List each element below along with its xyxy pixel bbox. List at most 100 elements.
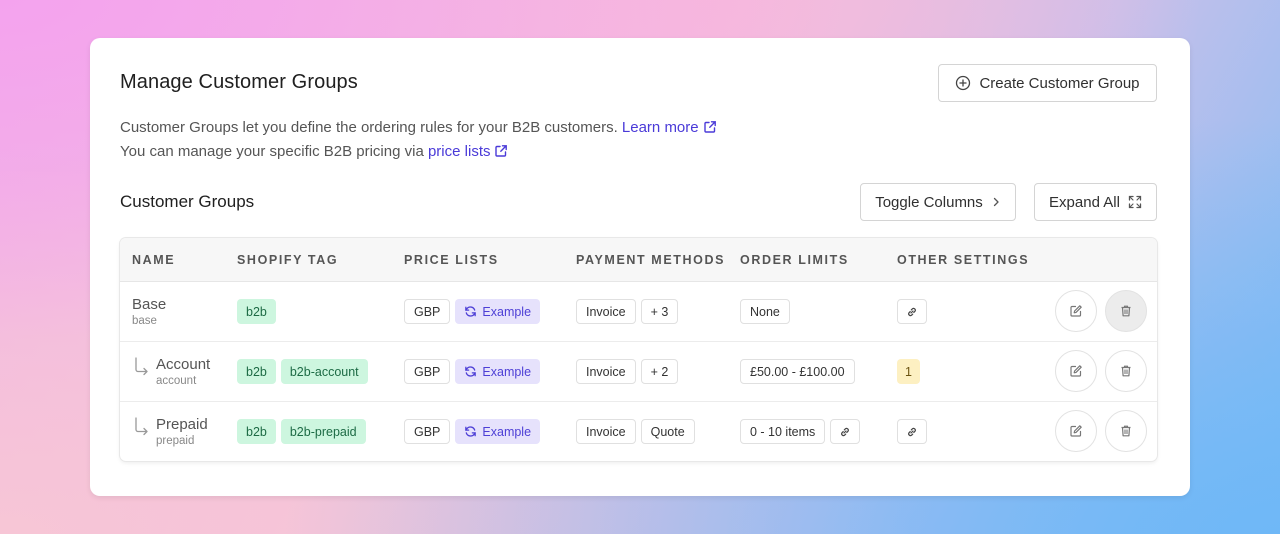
page-title: Manage Customer Groups [120, 71, 358, 93]
create-button-label: Create Customer Group [979, 74, 1140, 92]
payment-method-badge: Quote [640, 419, 695, 444]
link-icon [841, 427, 850, 436]
trash-icon [1121, 365, 1131, 377]
edit-icon [1070, 365, 1082, 377]
price-list-badge[interactable]: Example [455, 419, 541, 444]
chevron-right-icon [993, 197, 999, 207]
delete-button[interactable] [1105, 350, 1147, 392]
price-list-badge[interactable]: Example [455, 299, 541, 324]
edit-icon [1070, 425, 1082, 437]
price-list-label: Example [482, 304, 532, 319]
trash-icon [1121, 425, 1131, 437]
payment-method-extra-badge[interactable]: + 3 [640, 299, 679, 324]
section-title: Customer Groups [120, 192, 255, 211]
toggle-columns-button[interactable]: Toggle Columns [860, 183, 1016, 221]
group-handle: account [156, 375, 197, 387]
plus-circle-icon [956, 75, 971, 91]
edit-icon [1070, 305, 1082, 317]
external-link-icon [495, 145, 508, 157]
price-lists-label: price lists [427, 143, 491, 160]
payment-method-badge: Invoice [576, 419, 636, 444]
column-header-shopify-tag[interactable]: SHOPIFY TAG [237, 253, 338, 267]
other-settings-cell [897, 299, 927, 324]
link-icon [908, 427, 916, 436]
column-header-name[interactable]: NAME [132, 253, 175, 267]
price-list-label: Example [482, 424, 532, 439]
price-lists-link[interactable]: price lists [428, 143, 509, 160]
column-header-price-lists[interactable]: PRICE LISTS [404, 253, 499, 267]
currency-badge: GBP [404, 359, 451, 384]
delete-button[interactable] [1105, 410, 1147, 452]
order-limits-cell: None [740, 299, 790, 324]
price-lists-cell: GBP Example [404, 419, 541, 444]
group-handle: prepaid [156, 435, 195, 447]
create-customer-group-button[interactable]: Create Customer Group [938, 64, 1157, 102]
sync-icon [465, 306, 477, 317]
table-row[interactable]: Base base b2b GBP Example Invoice + 3 No… [120, 282, 1157, 342]
link-icon [908, 307, 916, 316]
shopify-tag-badge: b2b [237, 359, 276, 384]
toggle-columns-label: Toggle Columns [875, 193, 983, 211]
group-name: Prepaid [156, 416, 208, 433]
price-lists-cell: GBP Example [404, 359, 541, 384]
external-link-icon [703, 121, 716, 133]
shopify-tag-badge: b2b-account [280, 359, 368, 384]
column-header-other-settings[interactable]: OTHER SETTINGS [897, 253, 1029, 267]
description-text-2: You can manage your specific B2B pricing… [120, 143, 424, 160]
payment-method-badge: Invoice [576, 359, 636, 384]
price-list-badge[interactable]: Example [455, 359, 541, 384]
expand-all-label: Expand All [1049, 193, 1120, 211]
learn-more-label: Learn more [621, 119, 699, 136]
payment-methods-cell: Invoice + 2 [576, 359, 679, 384]
order-limit-badge: 0 - 10 items [740, 419, 826, 444]
sync-icon [465, 366, 477, 377]
payment-methods-cell: Invoice + 3 [576, 299, 679, 324]
column-header-payment-methods[interactable]: PAYMENT METHODS [576, 253, 725, 267]
shopify-tag-cell: b2b [237, 299, 276, 324]
other-settings-cell [897, 419, 927, 444]
order-limit-link-button[interactable] [830, 419, 861, 444]
shopify-tag-badge: b2b [237, 419, 276, 444]
expand-icon [1128, 195, 1142, 209]
order-limits-cell: 0 - 10 items [740, 419, 861, 444]
currency-badge: GBP [404, 419, 451, 444]
group-name-cell: Prepaid prepaid [156, 416, 208, 447]
order-limit-badge: None [740, 299, 790, 324]
table-row[interactable]: Account account b2b b2b-account GBP Exam… [120, 342, 1157, 402]
group-name: Base [132, 296, 167, 313]
edit-button[interactable] [1055, 350, 1097, 392]
payment-methods-cell: Invoice Quote [576, 419, 695, 444]
delete-button[interactable] [1105, 290, 1147, 332]
shopify-tag-badge: b2b-prepaid [280, 419, 366, 444]
price-list-label: Example [482, 364, 532, 379]
group-name-cell: Account account [156, 356, 210, 387]
column-header-order-limits[interactable]: ORDER LIMITS [740, 253, 849, 267]
group-handle: base [132, 315, 157, 327]
shopify-tag-cell: b2b b2b-prepaid [237, 419, 366, 444]
customer-groups-table: NAME SHOPIFY TAG PRICE LISTS PAYMENT MET… [120, 238, 1157, 461]
order-limits-cell: £50.00 - £100.00 [740, 359, 855, 384]
settings-link-button[interactable] [897, 419, 927, 444]
payment-method-badge: Invoice [576, 299, 636, 324]
edit-button[interactable] [1055, 410, 1097, 452]
sync-icon [465, 426, 477, 437]
other-settings-cell: 1 [897, 359, 920, 384]
settings-link-button[interactable] [897, 299, 927, 324]
description-line-2: You can manage your specific B2B pricing… [120, 143, 508, 160]
indent-arrow-icon [135, 417, 148, 436]
learn-more-link[interactable]: Learn more [622, 119, 717, 136]
edit-button[interactable] [1055, 290, 1097, 332]
description-text-1: Customer Groups let you define the order… [120, 119, 618, 136]
group-name-cell: Base base [132, 296, 166, 327]
other-settings-count-badge[interactable]: 1 [897, 359, 920, 384]
indent-arrow-icon [135, 357, 148, 376]
shopify-tag-cell: b2b b2b-account [237, 359, 368, 384]
payment-method-extra-badge[interactable]: + 2 [640, 359, 679, 384]
trash-icon [1121, 305, 1131, 317]
shopify-tag-badge: b2b [237, 299, 276, 324]
expand-all-button[interactable]: Expand All [1034, 183, 1157, 221]
customer-groups-card: Manage Customer Groups Create Customer G… [90, 38, 1190, 496]
table-row[interactable]: Prepaid prepaid b2b b2b-prepaid GBP Exam… [120, 402, 1157, 461]
description-line-1: Customer Groups let you define the order… [120, 119, 717, 136]
group-name: Account [156, 356, 211, 373]
